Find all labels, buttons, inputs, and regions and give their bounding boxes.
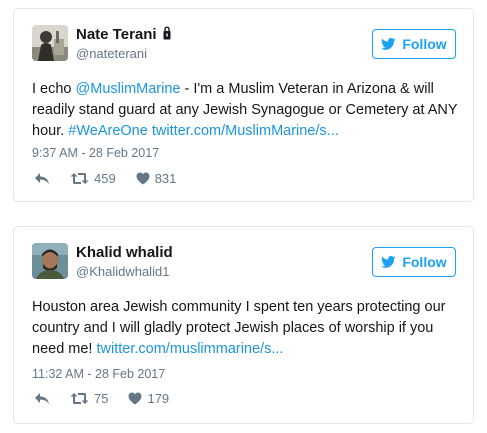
timestamp[interactable]: 11:32 AM - 28 Feb 2017 (32, 367, 165, 381)
display-name[interactable]: Nate Terani (76, 26, 171, 43)
tweet-text: Houston area Jewish community I spent te… (32, 299, 446, 357)
display-name[interactable]: Khalid whalid (76, 244, 173, 261)
reply-button[interactable] (34, 392, 50, 405)
retweet-count: 459 (94, 171, 116, 186)
tweet-actions: 75 179 (34, 391, 189, 406)
retweet-button[interactable]: 459 (70, 171, 116, 186)
reply-button[interactable] (34, 172, 50, 185)
retweet-count: 75 (94, 391, 109, 406)
like-button[interactable]: 831 (136, 171, 177, 186)
retweet-icon (70, 173, 89, 184)
avatar[interactable] (32, 243, 68, 279)
follow-label: Follow (402, 254, 447, 270)
user-handle[interactable]: @nateterani (76, 46, 147, 61)
tweet-actions: 459 831 (34, 171, 196, 186)
hashtag-link[interactable]: #WeAreOne (68, 123, 148, 139)
timestamp[interactable]: 9:37 AM - 28 Feb 2017 (32, 146, 159, 160)
like-button[interactable]: 179 (128, 391, 169, 406)
twitter-bird-icon (381, 38, 396, 50)
retweet-button[interactable]: 75 (70, 391, 108, 406)
avatar[interactable] (32, 25, 68, 61)
like-count: 831 (154, 171, 177, 186)
reply-icon (35, 393, 49, 404)
like-count: 179 (147, 391, 170, 406)
follow-label: Follow (402, 36, 447, 52)
tweet-card: Khalid whalid @Khalidwhalid1 Follow Hous… (13, 226, 474, 424)
retweet-icon (70, 393, 89, 404)
twitter-bird-icon (381, 256, 396, 268)
heart-icon (136, 172, 150, 185)
heart-icon (128, 392, 142, 405)
reply-icon (35, 173, 49, 184)
verified-lock-icon (163, 26, 171, 40)
user-handle[interactable]: @Khalidwhalid1 (76, 264, 169, 279)
follow-button[interactable]: Follow (372, 29, 456, 59)
tweet-link[interactable]: twitter.com/MuslimMarine/s... (152, 123, 339, 139)
tweet-card: Nate Terani @nateterani Follow I echo @M… (13, 8, 474, 202)
mention-link[interactable]: @MuslimMarine (76, 81, 181, 97)
tweet-link[interactable]: twitter.com/muslimmarine/s... (97, 341, 284, 357)
follow-button[interactable]: Follow (372, 247, 456, 277)
tweet-text: I echo @MuslimMarine - I'm a Muslim Vete… (32, 81, 458, 139)
